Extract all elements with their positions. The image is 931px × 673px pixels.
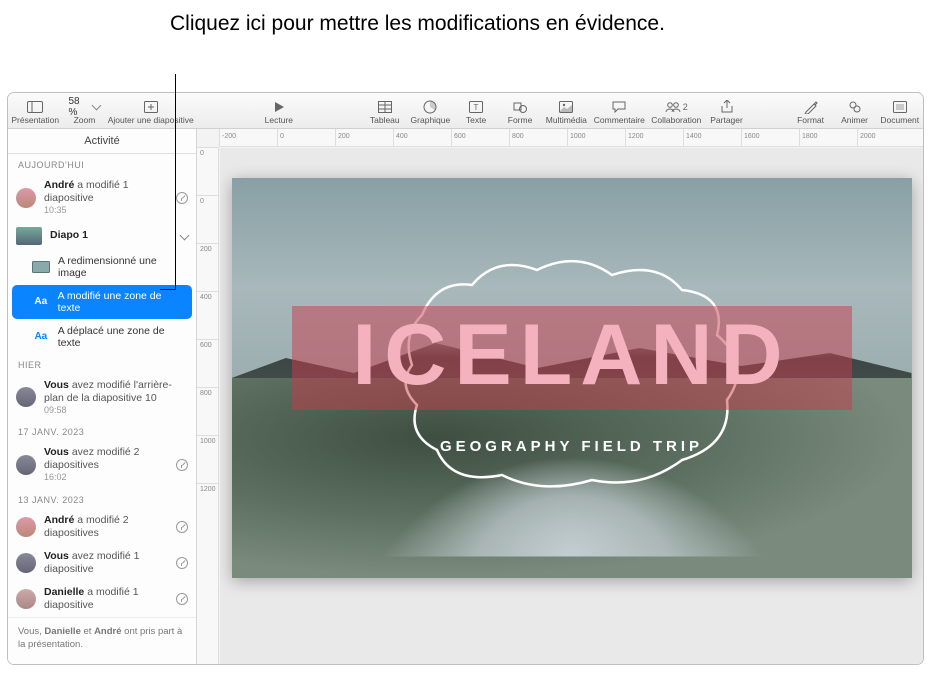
activity-entry-vous-1[interactable]: Vous avez modifié 1 diapositive bbox=[8, 545, 196, 581]
slide-title: ICELAND bbox=[292, 312, 852, 398]
document-label: Document bbox=[880, 116, 919, 125]
avatar bbox=[16, 589, 36, 609]
format-label: Format bbox=[797, 116, 824, 125]
activity-text: Vous avez modifié l'arrière-plan de la d… bbox=[44, 379, 188, 417]
activity-entry-andre[interactable]: André a modifié 1 diapositive10:35 bbox=[8, 174, 196, 222]
media-icon bbox=[559, 99, 573, 115]
app-window: Présentation 58 % Zoom Ajouter une diapo… bbox=[7, 92, 924, 665]
chart-button[interactable]: Graphique bbox=[407, 93, 454, 128]
activity-sidebar: Activité AUJOURD'HUI André a modifié 1 d… bbox=[8, 129, 197, 664]
format-icon bbox=[804, 99, 818, 115]
activity-entry-andre-2[interactable]: André a modifié 2 diapositives bbox=[8, 509, 196, 545]
section-date2: 13 JANV. 2023 bbox=[8, 489, 196, 509]
section-yesterday: HIER bbox=[8, 354, 196, 374]
chevron-down-icon bbox=[181, 230, 188, 242]
slide-subtitle[interactable]: GEOGRAPHY FIELD TRIP bbox=[440, 438, 703, 455]
comment-button[interactable]: Commentaire bbox=[591, 93, 648, 128]
section-date1: 17 JANV. 2023 bbox=[8, 421, 196, 441]
share-label: Partager bbox=[710, 116, 743, 125]
text-icon: Aa bbox=[32, 330, 50, 344]
comment-label: Commentaire bbox=[594, 116, 645, 125]
shape-button[interactable]: Forme bbox=[498, 93, 542, 128]
add-slide-label: Ajouter une diapositive bbox=[108, 116, 194, 125]
chevron-down-icon bbox=[93, 101, 100, 112]
clock-icon bbox=[176, 459, 188, 471]
callout-text: Cliquez ici pour mettre les modification… bbox=[170, 10, 665, 38]
animate-button[interactable]: Animer bbox=[833, 93, 877, 128]
share-button[interactable]: Partager bbox=[705, 93, 749, 128]
animate-icon bbox=[848, 99, 862, 115]
avatar bbox=[16, 517, 36, 537]
change-move-textbox[interactable]: Aa A déplacé une zone de texte bbox=[8, 320, 196, 354]
avatar bbox=[16, 553, 36, 573]
collaboration-button[interactable]: 2 Collaboration bbox=[648, 93, 705, 128]
zoom-label: Zoom bbox=[74, 116, 96, 125]
text-icon: Aa bbox=[32, 295, 50, 309]
activity-tab[interactable]: Activité bbox=[8, 129, 196, 154]
animate-label: Animer bbox=[841, 116, 868, 125]
share-icon bbox=[721, 99, 733, 115]
presentation-label: Présentation bbox=[11, 116, 59, 125]
clock-icon bbox=[176, 593, 188, 605]
play-icon bbox=[273, 99, 285, 115]
change-resize-image[interactable]: A redimensionné une image bbox=[8, 250, 196, 284]
slide-title-box[interactable]: ICELAND bbox=[292, 306, 852, 410]
activity-text: Vous avez modifié 2 diapositives16:02 bbox=[44, 446, 168, 484]
avatar bbox=[16, 387, 36, 407]
horizontal-ruler: -200020040060080010001200140016001800200… bbox=[219, 129, 923, 147]
play-button[interactable]: Lecture bbox=[244, 93, 314, 128]
slide[interactable]: ICELAND GEOGRAPHY FIELD TRIP bbox=[232, 178, 912, 578]
text-icon: T bbox=[469, 99, 483, 115]
slide-thumbnail bbox=[16, 227, 42, 245]
text-label: Texte bbox=[466, 116, 486, 125]
chart-icon bbox=[423, 99, 437, 115]
table-label: Tableau bbox=[370, 116, 400, 125]
chart-label: Graphique bbox=[411, 116, 451, 125]
clock-icon bbox=[176, 192, 188, 204]
svg-text:T: T bbox=[474, 103, 479, 112]
canvas-area: -200020040060080010001200140016001800200… bbox=[197, 129, 923, 664]
activity-entry-vous-bg[interactable]: Vous avez modifié l'arrière-plan de la d… bbox=[8, 374, 196, 422]
text-button[interactable]: T Texte bbox=[454, 93, 498, 128]
zoom-button[interactable]: 58 % Zoom bbox=[62, 93, 106, 128]
comment-icon bbox=[612, 99, 626, 115]
collaboration-label: Collaboration bbox=[651, 116, 701, 125]
media-label: Multimédia bbox=[546, 116, 587, 125]
activity-entry-danielle[interactable]: Danielle a modifié 1 diapositive bbox=[8, 581, 196, 617]
zoom-value: 58 % bbox=[68, 99, 100, 115]
slide-canvas[interactable]: ICELAND GEOGRAPHY FIELD TRIP bbox=[220, 148, 923, 664]
callout-leader-line bbox=[175, 74, 176, 290]
shape-icon bbox=[513, 99, 527, 115]
presentation-icon bbox=[27, 99, 43, 115]
avatar bbox=[16, 455, 36, 475]
table-icon bbox=[378, 99, 392, 115]
clock-icon bbox=[176, 557, 188, 569]
media-button[interactable]: Multimédia bbox=[542, 93, 591, 128]
play-label: Lecture bbox=[265, 116, 293, 125]
collaboration-icon: 2 bbox=[665, 99, 688, 115]
vertical-ruler: 0020040060080010001200 bbox=[197, 147, 219, 664]
activity-text: Vous avez modifié 1 diapositive bbox=[44, 550, 168, 576]
activity-text: Danielle a modifié 1 diapositive bbox=[44, 586, 168, 612]
activity-entry-vous-2[interactable]: Vous avez modifié 2 diapositives16:02 bbox=[8, 441, 196, 489]
activity-text: André a modifié 2 diapositives bbox=[44, 514, 168, 540]
image-icon bbox=[32, 260, 50, 274]
add-slide-icon bbox=[144, 99, 158, 115]
activity-text: André a modifié 1 diapositive10:35 bbox=[44, 179, 168, 217]
shape-label: Forme bbox=[508, 116, 533, 125]
presentation-button[interactable]: Présentation bbox=[8, 93, 62, 128]
activity-footer: Vous, Danielle et André ont pris part à … bbox=[8, 617, 196, 660]
table-button[interactable]: Tableau bbox=[363, 93, 407, 128]
format-button[interactable]: Format bbox=[789, 93, 833, 128]
slide-name: Diapo 1 bbox=[50, 229, 173, 242]
avatar bbox=[16, 188, 36, 208]
section-today: AUJOURD'HUI bbox=[8, 154, 196, 174]
document-button[interactable]: Document bbox=[877, 93, 923, 128]
activity-slide-row[interactable]: Diapo 1 bbox=[8, 222, 196, 250]
add-slide-button[interactable]: Ajouter une diapositive bbox=[106, 93, 194, 128]
document-icon bbox=[893, 99, 907, 115]
toolbar: Présentation 58 % Zoom Ajouter une diapo… bbox=[8, 93, 923, 129]
clock-icon bbox=[176, 521, 188, 533]
